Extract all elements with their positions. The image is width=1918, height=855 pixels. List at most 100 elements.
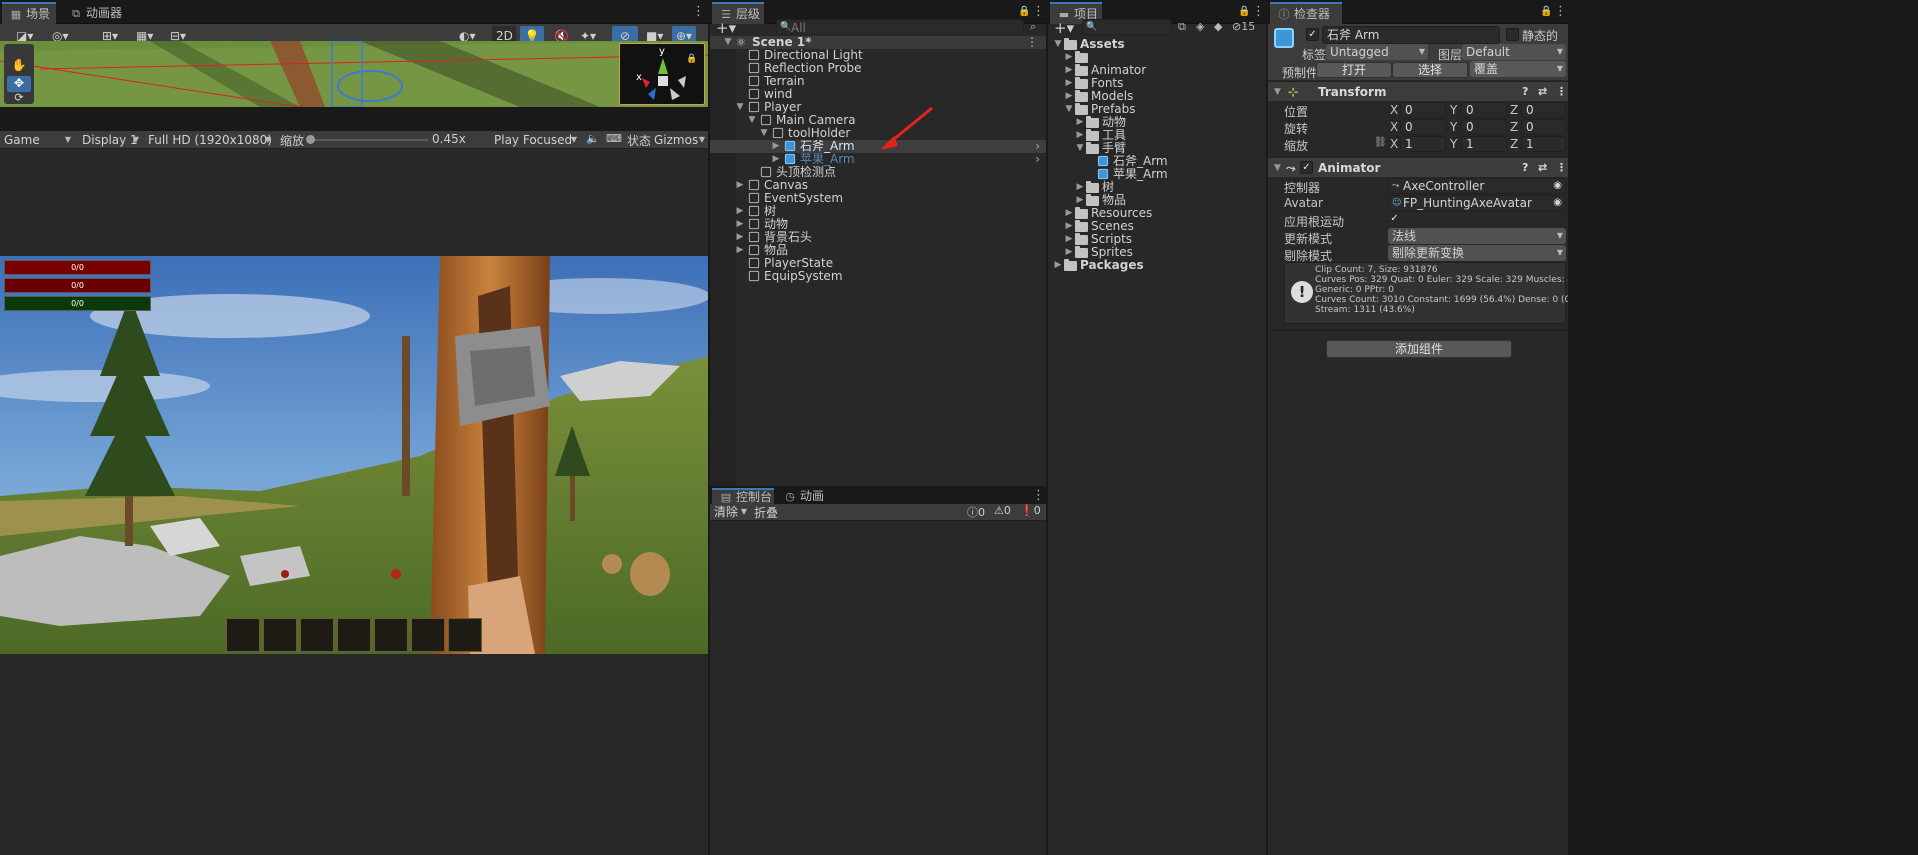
prefab-overrides-dropdown[interactable]: 覆盖 ▼ bbox=[1470, 61, 1566, 77]
active-checkbox[interactable]: ✓ bbox=[1306, 28, 1319, 41]
project-tree-item[interactable]: ▶ 动物 bbox=[1048, 116, 1266, 129]
collapse-arrow-icon[interactable]: ▶ bbox=[1074, 181, 1086, 194]
expand-arrow-icon[interactable]: ▼ bbox=[734, 101, 746, 114]
hierarchy-item[interactable]: 头顶检测点 bbox=[710, 166, 1046, 179]
add-icon[interactable]: +▾ bbox=[1054, 19, 1074, 37]
gizmo-lock-icon[interactable]: 🔒 bbox=[686, 54, 697, 64]
resolution-dropdown[interactable]: Full HD (1920x1080) ▼ bbox=[144, 131, 274, 150]
help-icon[interactable]: ? bbox=[1522, 158, 1528, 178]
collapse-arrow-icon[interactable]: ▶ bbox=[734, 231, 746, 244]
collapse-arrow-icon[interactable]: ▶ bbox=[1063, 77, 1075, 90]
tab-inspector[interactable]: ⓘ 检查器 bbox=[1270, 2, 1342, 24]
object-picker-icon[interactable]: ◉ bbox=[1553, 179, 1562, 193]
position-x-field[interactable]: 0 bbox=[1400, 102, 1446, 118]
more-icon[interactable]: ⋮ bbox=[1556, 82, 1567, 102]
project-tree-item[interactable]: ▶ Models bbox=[1048, 90, 1266, 103]
object-picker-icon[interactable]: ◉ bbox=[1553, 196, 1562, 210]
collapse-arrow-icon[interactable]: ▶ bbox=[1063, 64, 1075, 77]
scale-slider-thumb[interactable] bbox=[306, 135, 315, 144]
lock-icon[interactable]: 🔒 bbox=[1238, 5, 1250, 19]
collapse-arrow-icon[interactable]: ▶ bbox=[1074, 129, 1086, 142]
hierarchy-item[interactable]: Terrain bbox=[710, 75, 1046, 88]
project-tree-item[interactable]: ▶ Resources bbox=[1048, 207, 1266, 220]
project-tree-item[interactable]: ▼ Assets bbox=[1048, 38, 1266, 51]
hotbar-slot[interactable] bbox=[337, 618, 371, 652]
project-tree-item[interactable]: ▶ Fonts bbox=[1048, 77, 1266, 90]
clear-dropdown[interactable]: 清除 ▼ bbox=[710, 502, 750, 522]
hierarchy-search-input[interactable]: 🔍 All bbox=[776, 19, 1024, 35]
search-options-icon[interactable]: ⌕ bbox=[1030, 20, 1036, 34]
hand-tool-icon[interactable]: ✋ bbox=[7, 58, 31, 74]
scale-z-field[interactable]: 1 bbox=[1521, 136, 1566, 152]
expand-arrow-icon[interactable]: ▼ bbox=[1052, 38, 1064, 51]
error-count-button[interactable]: ❗0 bbox=[1020, 504, 1041, 517]
hierarchy-item[interactable]: ▶ 背景石头 bbox=[710, 231, 1046, 244]
collapse-arrow-icon[interactable]: ▶ bbox=[1074, 194, 1086, 207]
hierarchy-item[interactable]: PlayerState bbox=[710, 257, 1046, 270]
hierarchy-item[interactable]: Reflection Probe bbox=[710, 62, 1046, 75]
more-icon[interactable]: ⋮ bbox=[1556, 158, 1567, 178]
position-z-field[interactable]: 0 bbox=[1521, 102, 1566, 118]
more-icon[interactable]: ⋮ bbox=[692, 4, 705, 20]
add-component-button[interactable]: 添加组件 bbox=[1326, 340, 1512, 358]
expand-arrow-icon[interactable]: ▼ bbox=[746, 114, 758, 127]
collapse-arrow-icon[interactable]: ▶ bbox=[1052, 259, 1064, 272]
project-tree-item[interactable]: ▶ bbox=[1048, 51, 1266, 64]
project-search-input[interactable]: 🔍 bbox=[1082, 19, 1172, 35]
move-tool-icon[interactable]: ✥ bbox=[7, 76, 31, 92]
hierarchy-item[interactable]: Directional Light bbox=[710, 49, 1046, 62]
preset-icon[interactable]: ⇄ bbox=[1538, 158, 1547, 178]
display-dropdown[interactable]: Display 1 ▼ bbox=[78, 131, 142, 150]
more-icon[interactable]: ⋮ bbox=[1252, 4, 1265, 20]
collapse-arrow-icon[interactable]: ▶ bbox=[1074, 116, 1086, 129]
transform-header[interactable]: ▼ ⊹ Transform ? ⇄ ⋮ bbox=[1268, 81, 1568, 101]
expand-arrow-icon[interactable]: ▼ bbox=[758, 127, 770, 140]
lock-icon[interactable]: 🔒 bbox=[1540, 5, 1552, 19]
more-icon[interactable]: ⋮ bbox=[1032, 4, 1045, 20]
collapse-button[interactable]: 折叠 bbox=[754, 504, 778, 521]
position-y-field[interactable]: 0 bbox=[1461, 102, 1507, 118]
tab-animation[interactable]: ◷ 动画 bbox=[776, 488, 832, 505]
animator-header[interactable]: ▼ ⤳ ✓ Animator ? ⇄ ⋮ bbox=[1268, 157, 1568, 177]
scale-slider[interactable] bbox=[306, 135, 428, 144]
root-motion-checkbox[interactable]: ✓ bbox=[1388, 213, 1401, 226]
add-icon[interactable]: +▾ bbox=[716, 19, 736, 37]
collapse-arrow-icon[interactable]: ▶ bbox=[734, 244, 746, 257]
gizmos-dropdown[interactable]: Gizmos ▼ bbox=[650, 131, 708, 150]
static-checkbox[interactable] bbox=[1506, 28, 1519, 41]
collapse-arrow-icon[interactable]: ▶ bbox=[1063, 220, 1075, 233]
prefab-open-button[interactable]: 打开 bbox=[1316, 62, 1392, 78]
orientation-gizmo[interactable]: y x 🔒 bbox=[619, 43, 705, 105]
hierarchy-item[interactable]: ▶ 动物 bbox=[710, 218, 1046, 231]
scale-y-field[interactable]: 1 bbox=[1461, 136, 1507, 152]
more-icon[interactable]: ⋮ bbox=[1026, 36, 1038, 49]
collapse-arrow-icon[interactable]: ▶ bbox=[1063, 246, 1075, 259]
hotbar-slot[interactable] bbox=[374, 618, 408, 652]
collapse-arrow-icon[interactable]: ▶ bbox=[1063, 51, 1075, 64]
stats-button[interactable]: 状态 bbox=[627, 132, 651, 149]
constrain-proportions-icon[interactable]: ⛓ bbox=[1374, 137, 1387, 148]
preset-icon[interactable]: ⇄ bbox=[1538, 82, 1547, 102]
expand-arrow-icon[interactable]: ▼ bbox=[722, 36, 734, 49]
collapse-arrow-icon[interactable]: ▶ bbox=[1063, 233, 1075, 246]
rotation-y-field[interactable]: 0 bbox=[1461, 119, 1507, 135]
hotbar-slot[interactable] bbox=[226, 618, 260, 652]
more-icon[interactable]: ⋮ bbox=[1554, 4, 1567, 20]
animator-enabled-checkbox[interactable]: ✓ bbox=[1300, 161, 1313, 174]
label-icon[interactable]: ◆ bbox=[1214, 20, 1222, 33]
project-tree-item[interactable]: 苹果_Arm bbox=[1048, 168, 1266, 181]
avatar-field[interactable]: ☺ FP_HuntingAxeAvatar ◉ bbox=[1388, 195, 1566, 211]
log-count-button[interactable]: ⓘ0 bbox=[967, 504, 985, 520]
hotbar-slot[interactable] bbox=[300, 618, 334, 652]
collapse-arrow-icon[interactable]: ▶ bbox=[1063, 90, 1075, 103]
scale-x-field[interactable]: 1 bbox=[1400, 136, 1446, 152]
hidden-packages-icon[interactable]: ⊘15 bbox=[1232, 20, 1255, 33]
open-prefab-chevron-icon[interactable]: › bbox=[1035, 153, 1040, 166]
collapse-arrow-icon[interactable]: ▶ bbox=[734, 179, 746, 192]
play-mode-dropdown[interactable]: Play Focused ▼ bbox=[490, 131, 580, 150]
collapse-arrow-icon[interactable]: ▶ bbox=[770, 140, 782, 153]
game-viewport[interactable]: 0/0 0/0 0/0 bbox=[0, 256, 708, 654]
hierarchy-item[interactable]: ▶ Canvas bbox=[710, 179, 1046, 192]
mute-audio-icon[interactable]: 🔈 bbox=[586, 132, 600, 145]
tab-animator[interactable]: ⧉ 动画器 bbox=[62, 2, 130, 24]
